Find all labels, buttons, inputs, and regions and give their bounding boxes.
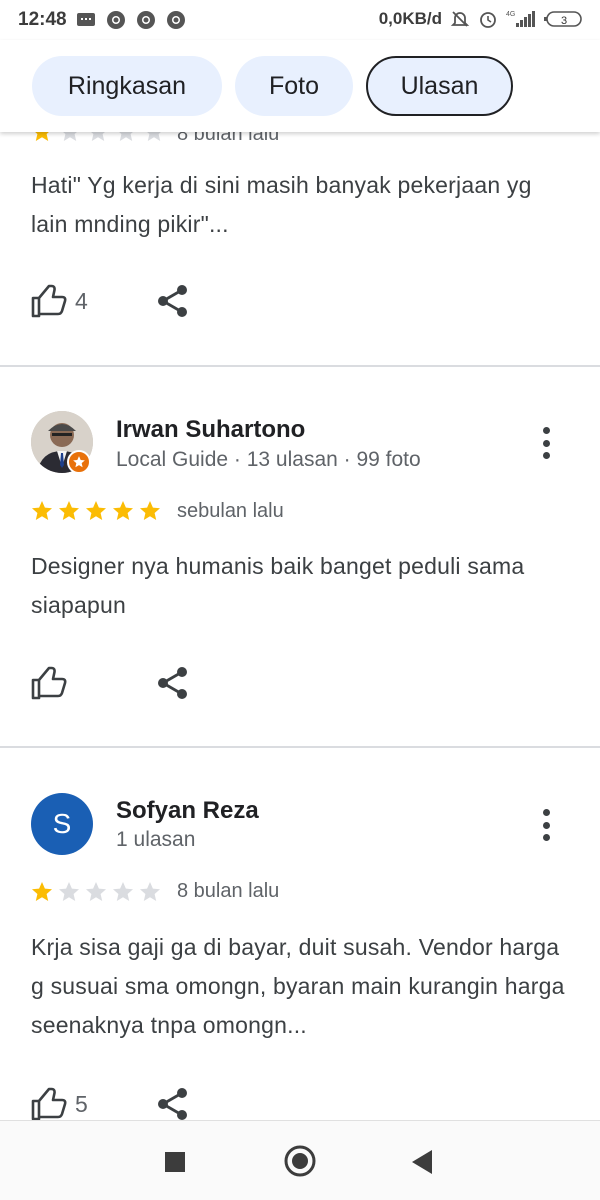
more-vert-icon[interactable] (534, 423, 558, 463)
back-icon[interactable] (410, 1149, 434, 1175)
tabs-bar: Ringkasan Foto Ulasan (0, 40, 600, 132)
status-time: 12:48 (18, 9, 67, 30)
recents-icon[interactable] (164, 1151, 186, 1173)
reviewer-name[interactable]: Irwan Suhartono (116, 416, 305, 444)
star-icon (32, 882, 52, 901)
review-text[interactable]: Hati" Yg kerja di sini masih banyak peke… (31, 166, 571, 244)
reviewer-meta: Local Guide · 13 ulasan · 99 foto (116, 448, 421, 471)
notification-icons (76, 10, 186, 30)
rating-stars (30, 132, 166, 144)
tab-ulasan[interactable]: Ulasan (366, 56, 513, 116)
reviewer-meta: 1 ulasan (116, 828, 196, 851)
star-icon (113, 882, 133, 901)
like-button[interactable]: 5 (31, 1087, 88, 1120)
rating-stars (30, 499, 162, 523)
like-count: 5 (75, 1090, 88, 1117)
star-icon (86, 882, 106, 901)
review-text[interactable]: Krja sisa gaji ga di bayar, duit susah. … (31, 928, 571, 1045)
star-icon (32, 501, 52, 520)
network-label: 4G (506, 11, 515, 18)
star-icon (63, 132, 77, 141)
reviewer-name[interactable]: Sofyan Reza (116, 797, 259, 825)
system-nav-bar (0, 1120, 600, 1200)
home-icon[interactable] (284, 1145, 316, 1177)
thumbs-up-icon (31, 666, 67, 700)
battery-level: 3 (561, 15, 567, 27)
star-icon (119, 132, 133, 141)
signal-icon: 4G (506, 11, 535, 27)
star-icon (140, 882, 160, 901)
review-time: 8 bulan lalu (177, 132, 280, 145)
like-button[interactable]: 4 (31, 284, 88, 318)
like-count: 4 (75, 287, 88, 314)
star-icon (59, 882, 79, 901)
status-bar: 12:48 0,0KB/d 4G 3 (0, 0, 600, 40)
divider (0, 746, 600, 748)
star-icon (86, 501, 106, 520)
star-icon (59, 501, 79, 520)
review-time: sebulan lalu (177, 500, 284, 522)
share-icon[interactable] (157, 284, 189, 318)
share-icon[interactable] (157, 1087, 189, 1120)
star-icon (113, 501, 133, 520)
share-icon[interactable] (157, 666, 189, 700)
status-right: 0,0KB/d 4G 3 (379, 9, 584, 29)
chrome-icon (137, 11, 155, 29)
more-vert-icon[interactable] (534, 805, 558, 845)
battery-icon: 3 (544, 11, 582, 27)
review-time: 8 bulan lalu (177, 880, 280, 902)
review-actions (31, 666, 187, 700)
avatar[interactable]: S (31, 793, 93, 855)
alarm-icon (480, 12, 496, 28)
bell-off-icon (450, 11, 470, 27)
review-actions: 4 (31, 284, 187, 318)
star-icon (147, 132, 161, 141)
chrome-icon (107, 11, 125, 29)
thumbs-up-icon (31, 1087, 67, 1120)
star-icon (140, 501, 160, 520)
review-actions: 5 (31, 1087, 187, 1120)
review-text[interactable]: Designer nya humanis baik banget peduli … (31, 547, 571, 625)
like-button[interactable] (31, 666, 75, 700)
tab-ringkasan[interactable]: Ringkasan (32, 56, 222, 116)
chrome-icon (167, 11, 185, 29)
reviews-list[interactable]: 8 bulan lalu Hati" Yg kerja di sini masi… (0, 132, 600, 1120)
star-icon (35, 132, 49, 141)
message-icon (77, 13, 95, 26)
thumbs-up-icon (31, 284, 67, 318)
network-speed: 0,0KB/d (378, 9, 442, 28)
tab-foto[interactable]: Foto (235, 56, 353, 116)
divider (0, 365, 600, 367)
local-guide-badge-icon (67, 450, 91, 474)
rating-stars (30, 880, 162, 904)
star-icon (91, 132, 105, 141)
